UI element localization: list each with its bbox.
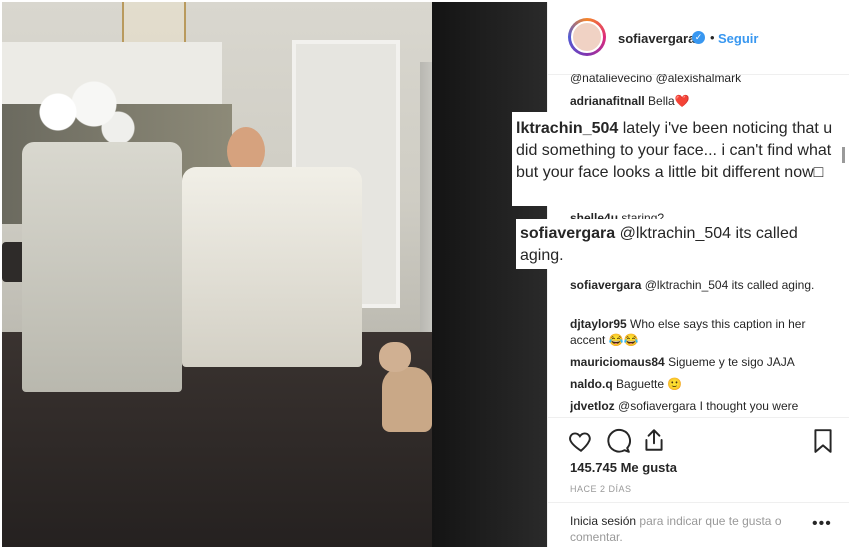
post-window: sofiavergara ✓ • Seguir @natalievecino @… — [0, 0, 850, 549]
photo-chair-left — [22, 142, 182, 392]
post-time[interactable]: HACE 2 DÍAS — [570, 484, 632, 494]
login-bar: Inicia sesión para indicar que te gusta … — [548, 502, 849, 544]
comment-username[interactable]: mauriciomaus84 — [570, 355, 665, 369]
post-header: sofiavergara ✓ • Seguir — [548, 2, 849, 75]
zoomed-comment-username: sofiavergara — [520, 225, 616, 242]
comment-username[interactable]: jdvetloz — [570, 399, 615, 413]
comment-1: adrianafitnall Bella❤️ — [570, 93, 832, 109]
share-icon[interactable] — [641, 427, 667, 453]
comment-text: @sofiavergara I thought you were — [618, 399, 799, 413]
post-sidebar: sofiavergara ✓ • Seguir @natalievecino @… — [547, 2, 849, 547]
photo-flowers — [22, 72, 142, 152]
heart-icon[interactable] — [568, 428, 594, 454]
likes-count[interactable]: 145.745 Me gusta — [570, 460, 677, 475]
header-separator: • — [710, 30, 715, 45]
login-link[interactable]: Inicia sesión — [570, 514, 636, 528]
comment-username[interactable]: adrianafitnall — [570, 94, 645, 108]
comment-text: @lktrachin_504 its called aging. — [644, 278, 815, 292]
comment-3: sofiavergara @lktrachin_504 its called a… — [570, 277, 832, 293]
more-options-button[interactable]: ••• — [812, 515, 832, 533]
photo-dog — [377, 342, 437, 432]
comment-5: mauriciomaus84 Sigueme y te sigo JAJA — [570, 354, 832, 370]
post-actions: 145.745 Me gusta HACE 2 DÍAS Inicia sesi… — [548, 417, 849, 548]
comment-text: Sigueme y te sigo JAJA — [668, 355, 795, 369]
comment-text[interactable]: @natalievecino @alexishalmark — [570, 74, 741, 85]
comment-6: naldo.q Baguette 🙂 — [570, 376, 832, 392]
post-photo[interactable] — [2, 2, 547, 547]
photo-mirror-edge — [432, 2, 547, 547]
zoomed-comment-2: sofiavergara @lktrachin_504 its called a… — [516, 219, 828, 269]
comment-icon[interactable] — [605, 428, 631, 454]
comment-4: djtaylor95 Who else says this caption in… — [570, 316, 832, 348]
comment-0: @natalievecino @alexishalmark — [570, 74, 832, 86]
comment-username[interactable]: djtaylor95 — [570, 317, 627, 331]
comment-username[interactable]: sofiavergara — [570, 278, 641, 292]
comment-text: Baguette 🙂 — [616, 377, 683, 391]
photo-chair-right — [182, 167, 362, 367]
comment-username[interactable]: naldo.q — [570, 377, 613, 391]
comment-7: jdvetloz @sofiavergara I thought you wer… — [570, 398, 832, 414]
bookmark-icon[interactable] — [810, 428, 836, 454]
verified-icon: ✓ — [692, 31, 705, 44]
zoomed-comment-1: lktrachin_504 lately i've been noticing … — [512, 112, 842, 206]
comment-text: Bella❤️ — [648, 94, 690, 108]
follow-button[interactable]: Seguir — [718, 31, 758, 46]
zoomed-comment-username: lktrachin_504 — [516, 120, 619, 137]
avatar[interactable] — [568, 18, 606, 56]
header-username[interactable]: sofiavergara — [618, 31, 695, 46]
login-prompt: Inicia sesión para indicar que te gusta … — [570, 513, 810, 545]
